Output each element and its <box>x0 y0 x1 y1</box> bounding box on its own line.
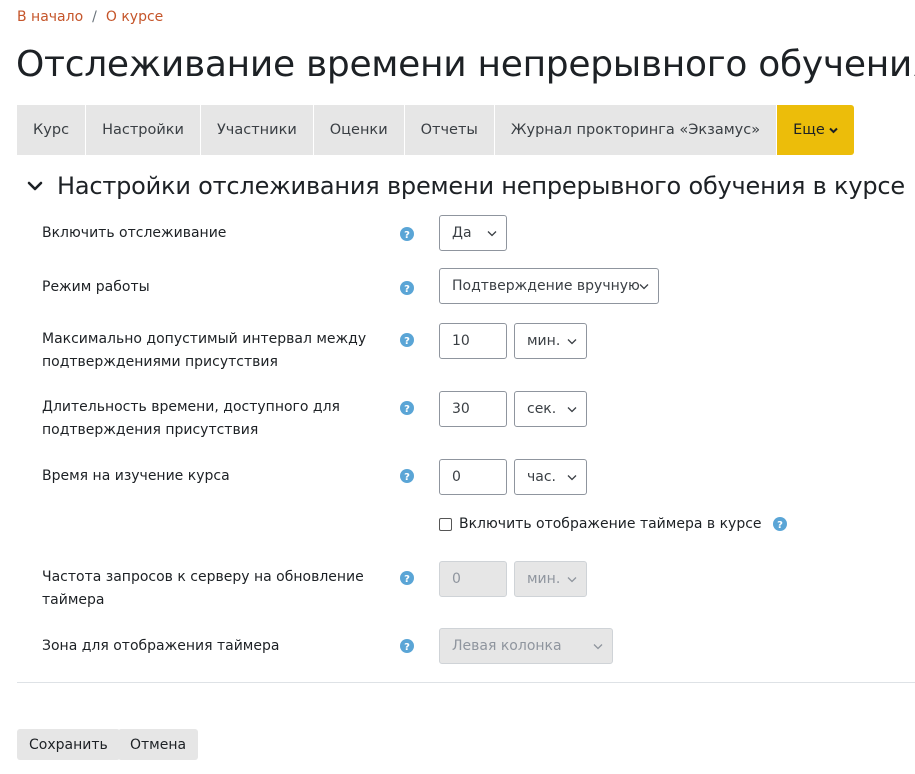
tracking-label: Включить отслеживание <box>42 225 227 241</box>
help-icon[interactable]: ? <box>400 333 414 347</box>
max-interval-input[interactable]: 10 <box>439 323 507 359</box>
svg-text:?: ? <box>404 336 410 347</box>
duration-input[interactable]: 30 <box>439 391 507 427</box>
max-interval-unit-select[interactable]: мин. <box>514 323 587 359</box>
form-divider <box>17 682 915 683</box>
request-freq-label: Частота запросов к серверу на обновление… <box>42 569 364 608</box>
duration-label: Длительность времени, доступного для под… <box>42 399 340 438</box>
chevron-down-icon <box>567 475 577 481</box>
request-freq-unit-value: мин. <box>527 571 561 587</box>
tab-reports[interactable]: Отчеты <box>404 105 495 155</box>
study-time-unit-select[interactable]: час. <box>514 459 587 495</box>
help-icon[interactable]: ? <box>400 571 414 585</box>
save-button[interactable]: Сохранить <box>17 729 120 760</box>
tracking-select[interactable]: Да <box>439 215 507 251</box>
mode-select-value: Подтверждение вручную <box>452 278 640 294</box>
page-title: Отслеживание времени непрерывного обучен… <box>16 44 915 85</box>
help-icon[interactable]: ? <box>400 281 414 295</box>
section-header[interactable]: Настройки отслеживания времени непрерывн… <box>26 172 905 200</box>
request-freq-input: 0 <box>439 561 507 597</box>
chevron-down-icon <box>593 644 603 650</box>
study-time-label: Время на изучение курса <box>42 468 230 484</box>
help-icon[interactable]: ? <box>772 517 787 531</box>
breadcrumb-course-link[interactable]: О курсе <box>106 9 163 25</box>
timer-zone-label: Зона для отображения таймера <box>42 638 280 654</box>
cancel-button[interactable]: Отмена <box>118 729 199 760</box>
chevron-down-icon[interactable] <box>26 177 44 195</box>
tab-participants[interactable]: Участники <box>200 105 314 155</box>
tab-settings[interactable]: Настройки <box>86 105 201 155</box>
timer-checkbox-row: Включить отображение таймера в курсе ? <box>439 516 787 532</box>
timer-zone-select-value: Левая колонка <box>452 638 562 654</box>
max-interval-label: Максимально допустимый интервал между по… <box>42 331 367 370</box>
tab-proctoring-log[interactable]: Журнал прокторинга «Экзамус» <box>494 105 778 155</box>
tab-more[interactable]: Еще <box>777 105 854 155</box>
section-title: Настройки отслеживания времени непрерывн… <box>57 172 905 200</box>
svg-text:?: ? <box>404 230 410 241</box>
help-icon[interactable]: ? <box>400 401 414 415</box>
chevron-down-icon <box>567 339 577 345</box>
timer-checkbox-label[interactable]: Включить отображение таймера в курсе <box>459 516 762 532</box>
svg-text:?: ? <box>777 520 783 531</box>
help-icon[interactable]: ? <box>400 639 414 653</box>
duration-unit-select[interactable]: сек. <box>514 391 587 427</box>
svg-text:?: ? <box>404 284 410 295</box>
duration-unit-value: сек. <box>527 401 557 417</box>
svg-text:?: ? <box>404 404 410 415</box>
tracking-select-value: Да <box>452 225 472 241</box>
request-freq-unit-select: мин. <box>514 561 587 597</box>
svg-text:?: ? <box>404 574 410 585</box>
study-time-unit-value: час. <box>527 469 556 485</box>
max-interval-unit-value: мин. <box>527 333 561 349</box>
tab-grades[interactable]: Оценки <box>313 105 405 155</box>
help-icon[interactable]: ? <box>400 227 414 241</box>
timer-zone-select: Левая колонка <box>439 628 613 664</box>
help-icon[interactable]: ? <box>400 469 414 483</box>
chevron-down-icon <box>487 231 497 237</box>
breadcrumb-home-link[interactable]: В начало <box>17 9 83 25</box>
tab-more-label: Еще <box>793 122 825 138</box>
chevron-down-icon <box>829 127 838 133</box>
chevron-down-icon <box>567 577 577 583</box>
breadcrumb: В начало / О курсе <box>17 9 163 25</box>
chevron-down-icon <box>639 284 649 290</box>
mode-label: Режим работы <box>42 279 150 295</box>
study-time-input[interactable]: 0 <box>439 459 507 495</box>
svg-text:?: ? <box>404 642 410 653</box>
mode-select[interactable]: Подтверждение вручную <box>439 268 659 304</box>
tab-course[interactable]: Курс <box>17 105 87 155</box>
timer-checkbox[interactable] <box>439 517 452 531</box>
svg-text:?: ? <box>404 472 410 483</box>
breadcrumb-separator: / <box>92 9 97 25</box>
course-nav-tabs: Курс Настройки Участники Оценки Отчеты Ж… <box>17 105 854 155</box>
chevron-down-icon <box>567 407 577 413</box>
